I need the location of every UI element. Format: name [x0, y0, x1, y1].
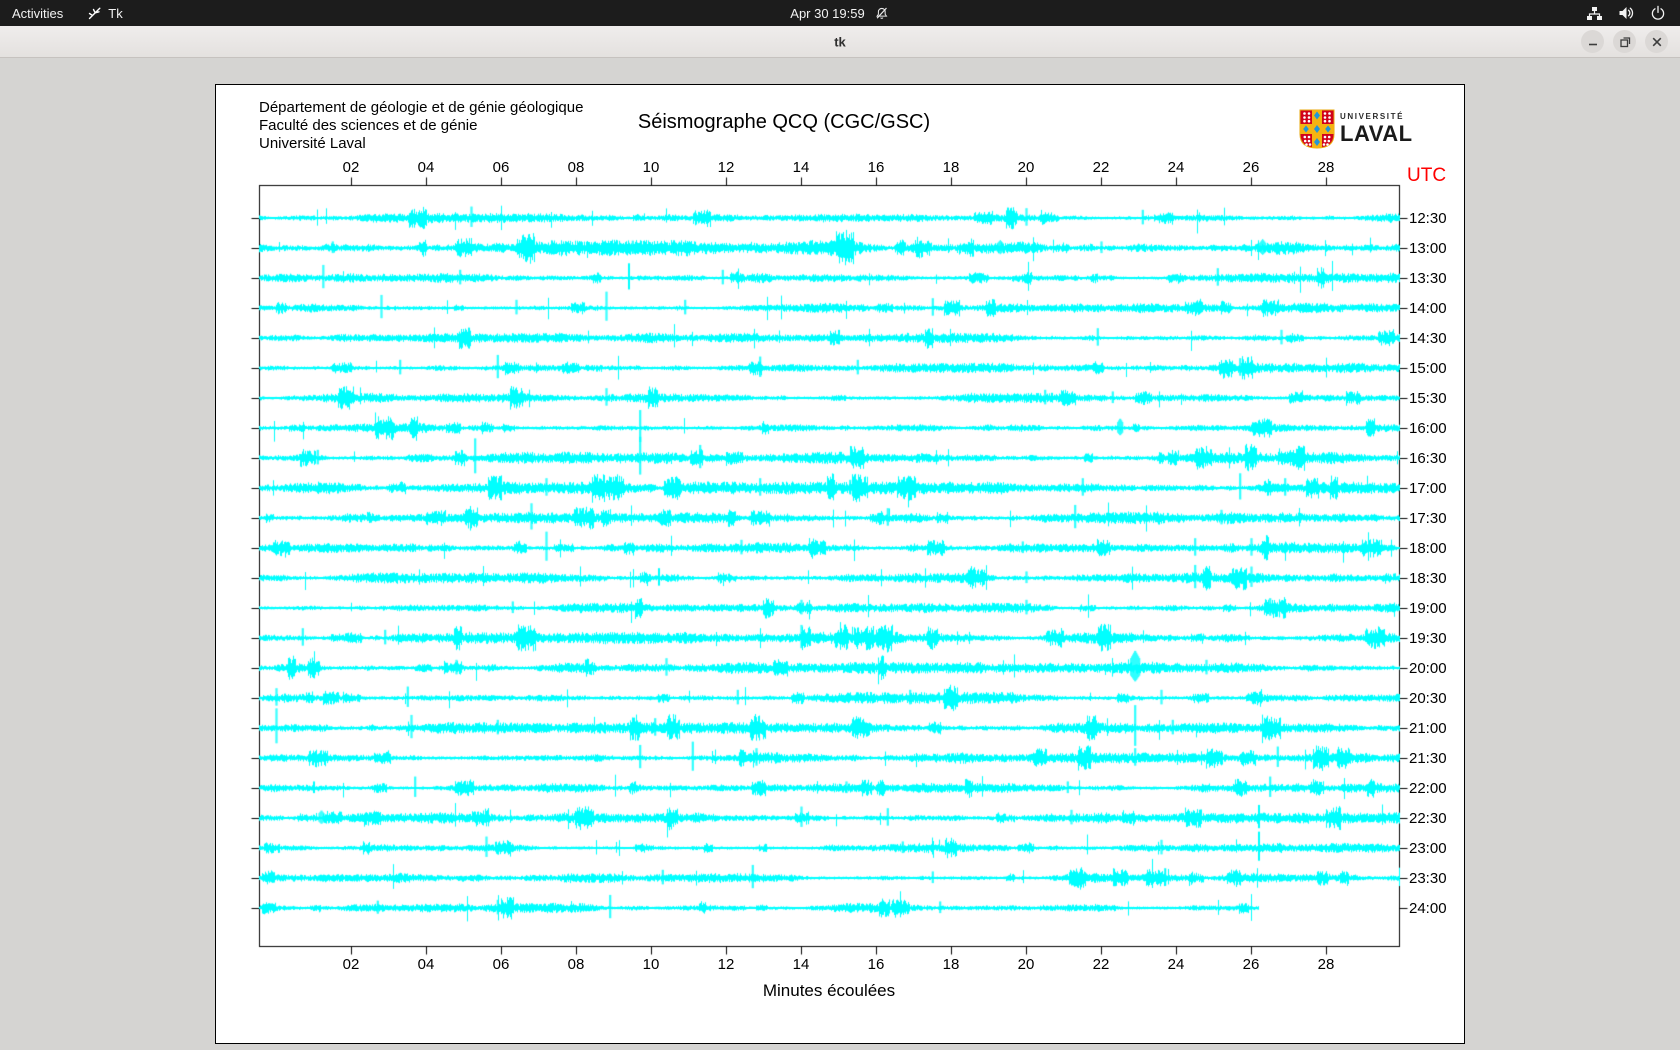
restore-button[interactable] [1613, 30, 1636, 53]
utc-time-label: 15:30 [1409, 390, 1447, 407]
window-content: Département de géologie et de génie géol… [0, 58, 1680, 1050]
utc-time-label: 20:30 [1409, 690, 1447, 707]
x-tick-label-bottom: 02 [342, 956, 360, 973]
network-icon [1587, 7, 1602, 20]
utc-time-label: 13:00 [1409, 240, 1447, 257]
header-line-1: Département de géologie et de génie géol… [259, 99, 584, 116]
utc-time-label: 20:00 [1409, 660, 1447, 677]
utc-time-label: 18:00 [1409, 540, 1447, 557]
utc-time-label: 15:00 [1409, 360, 1447, 377]
minimize-button[interactable] [1581, 30, 1604, 53]
x-tick-label-bottom: 06 [492, 956, 510, 973]
x-tick-label-bottom: 08 [567, 956, 585, 973]
utc-time-label: 17:00 [1409, 480, 1447, 497]
plot-title: Séismographe QCQ (CGC/GSC) [637, 111, 931, 133]
x-tick-label-top: 08 [567, 159, 585, 176]
gnome-top-bar: Activities Tk Apr 30 19:59 [0, 0, 1680, 26]
x-tick-label-top: 16 [867, 159, 885, 176]
x-tick-label-top: 24 [1167, 159, 1185, 176]
x-tick-label-top: 12 [717, 159, 735, 176]
utc-time-label: 14:00 [1409, 300, 1447, 317]
x-tick-label-bottom: 24 [1167, 956, 1185, 973]
utc-time-label: 23:00 [1409, 840, 1447, 857]
laval-crest-icon [1299, 109, 1335, 149]
seismograph-canvas: Département de géologie et de génie géol… [215, 84, 1466, 1045]
desktop: Activities Tk Apr 30 19:59 tk Départemen… [0, 0, 1680, 1050]
utc-time-label: 22:30 [1409, 810, 1447, 827]
utc-time-label: 12:30 [1409, 210, 1447, 227]
close-button[interactable] [1645, 30, 1668, 53]
x-tick-label-top: 10 [642, 159, 660, 176]
restore-icon [1619, 36, 1630, 47]
utc-time-label: 19:00 [1409, 600, 1447, 617]
utc-time-label: 23:30 [1409, 870, 1447, 887]
close-icon [1652, 37, 1661, 46]
x-tick-label-top: 20 [1017, 159, 1035, 176]
x-tick-label-bottom: 04 [417, 956, 435, 973]
x-tick-label-top: 18 [942, 159, 960, 176]
utc-time-label: 19:30 [1409, 630, 1447, 647]
utc-time-label: 17:30 [1409, 510, 1447, 527]
x-tick-label-top: 02 [342, 159, 360, 176]
x-tick-label-top: 04 [417, 159, 435, 176]
x-tick-label-bottom: 10 [642, 956, 660, 973]
x-axis-title: Minutes écoulées [762, 981, 896, 1000]
utc-time-label: 16:00 [1409, 420, 1447, 437]
minimize-icon [1588, 43, 1597, 45]
x-tick-label-bottom: 16 [867, 956, 885, 973]
tk-app-indicator[interactable]: Tk [75, 0, 134, 26]
window-title: tk [834, 34, 846, 49]
utc-time-label: 16:30 [1409, 450, 1447, 467]
header-address: Département de géologie et de génie géol… [259, 99, 583, 153]
x-tick-label-bottom: 28 [1317, 956, 1335, 973]
utc-axis-title: UTC [1407, 165, 1447, 186]
x-tick-label-top: 06 [492, 159, 510, 176]
power-icon [1651, 5, 1665, 20]
seismogram-plot [216, 85, 1466, 1045]
notifications-off-icon [876, 7, 888, 19]
x-tick-label-bottom: 20 [1017, 956, 1035, 973]
x-tick-label-bottom: 14 [792, 956, 810, 973]
x-tick-label-bottom: 26 [1242, 956, 1260, 973]
x-tick-label-bottom: 22 [1092, 956, 1110, 973]
laval-logo: UNIVERSITÉ LAVAL [1299, 109, 1413, 149]
utc-time-label: 13:30 [1409, 270, 1447, 287]
clock-menu[interactable]: Apr 30 19:59 [790, 0, 889, 26]
laval-logo-text: UNIVERSITÉ LAVAL [1340, 113, 1413, 145]
clock-label: Apr 30 19:59 [790, 5, 865, 21]
activities-button[interactable]: Activities [0, 0, 75, 26]
window-titlebar[interactable]: tk [0, 26, 1680, 58]
header-line-2: Faculté des sciences et de génie [259, 117, 478, 134]
header-line-3: Université Laval [259, 135, 366, 152]
x-tick-label-bottom: 18 [942, 956, 960, 973]
utc-time-label: 18:30 [1409, 570, 1447, 587]
tk-icon [89, 7, 101, 19]
utc-time-label: 21:00 [1409, 720, 1447, 737]
x-tick-label-top: 22 [1092, 159, 1110, 176]
window-controls [1581, 30, 1668, 53]
utc-time-label: 21:30 [1409, 750, 1447, 767]
laval-logo-line2: LAVAL [1340, 121, 1413, 146]
tk-indicator-label: Tk [108, 5, 123, 21]
x-tick-label-top: 26 [1242, 159, 1260, 176]
volume-icon [1619, 7, 1634, 19]
x-tick-label-bottom: 12 [717, 956, 735, 973]
utc-time-label: 22:00 [1409, 780, 1447, 797]
system-status-area[interactable] [1586, 0, 1680, 26]
laval-logo-line1: UNIVERSITÉ [1340, 112, 1405, 121]
utc-time-label: 24:00 [1409, 900, 1447, 917]
x-tick-label-top: 14 [792, 159, 810, 176]
x-tick-label-top: 28 [1317, 159, 1335, 176]
utc-time-label: 14:30 [1409, 330, 1447, 347]
